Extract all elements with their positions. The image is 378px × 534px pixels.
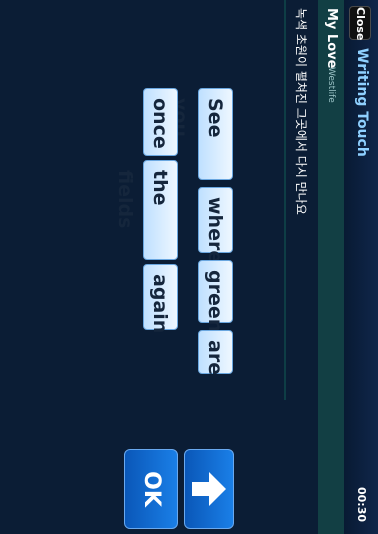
ok-button[interactable]: OK — [124, 449, 178, 529]
close-button[interactable]: Close — [349, 6, 371, 40]
song-artist: Westlife — [326, 67, 336, 103]
word-chip[interactable]: green — [198, 260, 233, 332]
word-chip[interactable]: where — [198, 187, 233, 263]
app-screen: Close Writing Touch 00:30 My Love Westli… — [0, 0, 378, 534]
word-chip[interactable]: again — [143, 264, 178, 333]
word-chip[interactable]: See you — [169, 88, 233, 180]
word-chip[interactable]: once — [143, 88, 178, 156]
word-chip-area: See you where green are once the fields … — [0, 0, 318, 534]
up-button[interactable] — [184, 449, 234, 529]
content-area: 녹색 초원이 펼쳐진 그곳에서 다시 만나요 See you where gre… — [0, 0, 318, 534]
top-bar: Close Writing Touch 00:30 — [343, 0, 378, 534]
timer: 00:30 — [355, 486, 368, 522]
song-title: My Love — [324, 8, 339, 69]
app-title: Writing Touch — [354, 48, 370, 157]
word-chip[interactable]: are — [198, 330, 233, 375]
word-chip[interactable]: the fields — [114, 160, 178, 260]
song-bar: My Love Westlife — [317, 0, 344, 534]
up-arrow-icon — [192, 472, 226, 506]
